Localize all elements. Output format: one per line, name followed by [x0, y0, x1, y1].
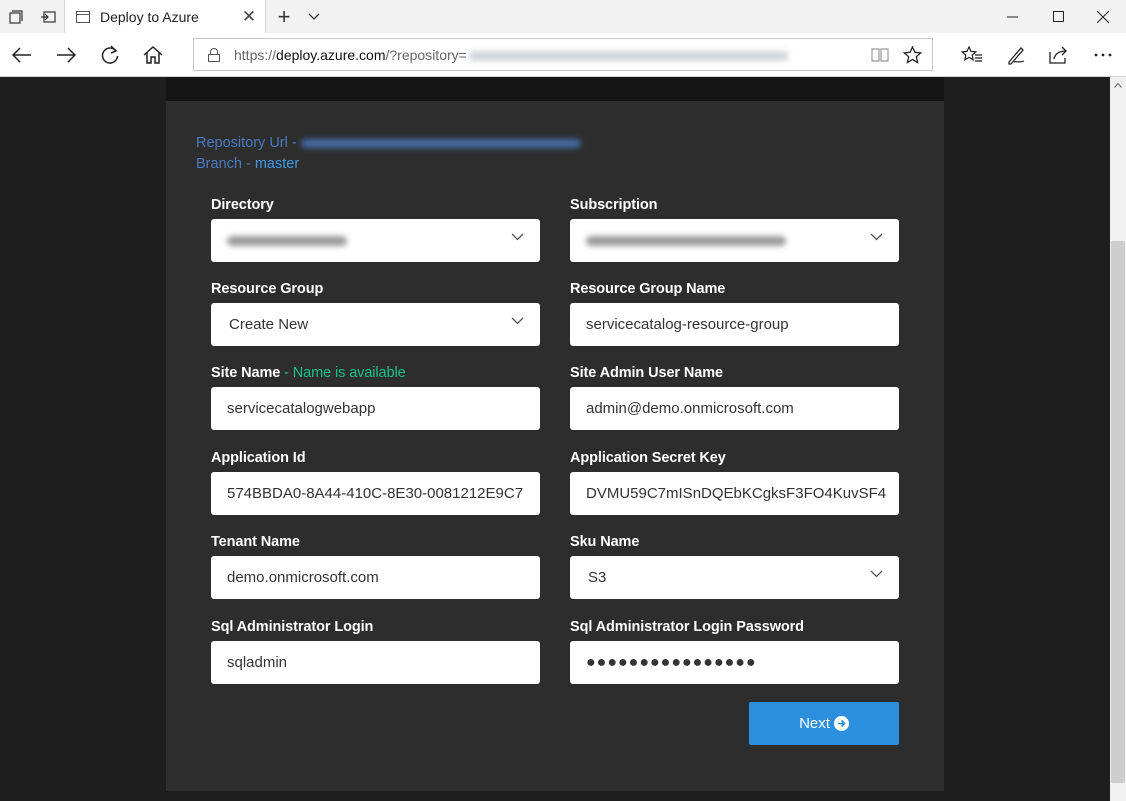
chevron-down-icon — [870, 570, 883, 578]
resource-group-field: Resource Group Create New — [211, 281, 540, 346]
sku-name-label: Sku Name — [570, 534, 640, 550]
chevron-down-icon — [511, 233, 524, 241]
refresh-icon[interactable] — [90, 33, 130, 77]
resource-group-label: Resource Group — [211, 281, 324, 297]
site-name-label: Site Name - Name is available — [211, 365, 406, 381]
sql-admin-password-field: Sql Administrator Login Password ●●●●●●●… — [570, 619, 899, 684]
sql-admin-login-field: Sql Administrator Login sqladmin — [211, 619, 540, 684]
pen-icon[interactable] — [996, 33, 1036, 77]
lock-icon — [208, 47, 220, 62]
sql-admin-password-input[interactable]: ●●●●●●●●●●●●●●●● — [570, 641, 899, 684]
sql-admin-password-label: Sql Administrator Login Password — [570, 619, 804, 635]
directory-select[interactable] — [211, 219, 540, 262]
resource-group-name-input[interactable]: servicecatalog-resource-group — [570, 303, 899, 346]
back-icon[interactable] — [2, 33, 42, 77]
set-tabs-aside-icon[interactable] — [34, 0, 62, 33]
minimize-icon[interactable] — [989, 0, 1035, 33]
chevron-down-icon — [511, 317, 524, 325]
page-icon — [76, 10, 90, 23]
site-admin-user-name-label: Site Admin User Name — [570, 365, 723, 381]
maximize-icon[interactable] — [1035, 0, 1081, 33]
scrollbar-thumb[interactable] — [1111, 241, 1125, 783]
page-content: Repository Url - Branch - master Directo… — [0, 77, 1110, 801]
sql-admin-login-input[interactable]: sqladmin — [211, 641, 540, 684]
sql-admin-login-label: Sql Administrator Login — [211, 619, 374, 635]
application-secret-key-input[interactable]: DVMU59C7mISnDQEbKCgksF3FO4KuvSF4 — [570, 472, 899, 515]
application-id-input[interactable]: 574BBDA0-8A44-410C-8E30-0081212E9C7 — [211, 472, 540, 515]
navigation-bar: https://deploy.azure.com/?repository= — [0, 33, 1126, 77]
window-close-icon[interactable] — [1080, 0, 1126, 33]
resource-group-name-label: Resource Group Name — [570, 281, 726, 297]
next-button[interactable]: Next — [749, 702, 899, 745]
url-text: https://deploy.azure.com/?repository= — [234, 47, 789, 63]
application-secret-key-label: Application Secret Key — [570, 450, 726, 466]
address-bar[interactable]: https://deploy.azure.com/?repository= — [193, 38, 933, 71]
repository-url-link[interactable] — [300, 138, 581, 148]
favorites-list-icon[interactable] — [952, 33, 992, 77]
branch-value[interactable]: master — [255, 156, 299, 172]
site-admin-user-name-input[interactable]: admin@demo.onmicrosoft.com — [570, 387, 899, 430]
tab-title: Deploy to Azure — [100, 8, 199, 25]
tab-list-icon[interactable] — [302, 0, 326, 33]
site-name-field: Site Name - Name is available servicecat… — [211, 365, 540, 430]
application-id-field: Application Id 574BBDA0-8A44-410C-8E30-0… — [211, 450, 540, 515]
directory-label: Directory — [211, 197, 274, 213]
repository-url: Repository Url - — [196, 135, 581, 151]
site-admin-user-name-field: Site Admin User Name admin@demo.onmicros… — [570, 365, 899, 430]
arrow-circle-right-icon — [833, 716, 849, 731]
tab-actions-icon[interactable] — [0, 0, 32, 33]
subscription-label: Subscription — [570, 197, 658, 213]
application-id-label: Application Id — [211, 450, 306, 466]
sku-name-field: Sku Name S3 — [570, 534, 899, 599]
resource-group-select[interactable]: Create New — [211, 303, 540, 346]
branch-info: Branch - master — [196, 156, 300, 172]
resource-group-name-field: Resource Group Name servicecatalog-resou… — [570, 281, 899, 346]
name-available-status: - Name is available — [280, 365, 406, 381]
deploy-form-card: Repository Url - Branch - master Directo… — [166, 101, 944, 791]
reading-view-icon[interactable] — [864, 39, 896, 70]
next-button-label: Next — [799, 715, 830, 732]
favorite-star-icon[interactable] — [896, 39, 928, 70]
page-scrollbar[interactable] — [1110, 77, 1126, 801]
home-icon[interactable] — [133, 33, 173, 77]
more-icon[interactable] — [1083, 33, 1123, 77]
browser-tab[interactable]: Deploy to Azure ✕ — [64, 0, 266, 33]
card-header-bar — [166, 77, 944, 101]
tenant-name-field: Tenant Name demo.onmicrosoft.com — [211, 534, 540, 599]
subscription-select[interactable] — [570, 219, 899, 262]
scroll-up-icon[interactable] — [1110, 77, 1126, 94]
resource-group-value: Create New — [229, 316, 309, 333]
subscription-field: Subscription — [570, 197, 899, 262]
tab-bar: Deploy to Azure ✕ + — [0, 0, 1126, 33]
share-icon[interactable] — [1039, 33, 1079, 77]
sku-name-value: S3 — [588, 569, 607, 586]
close-icon[interactable]: ✕ — [233, 7, 265, 27]
tenant-name-label: Tenant Name — [211, 534, 300, 550]
directory-field: Directory — [211, 197, 540, 262]
site-name-input[interactable]: servicecatalogwebapp — [211, 387, 540, 430]
application-secret-key-field: Application Secret Key DVMU59C7mISnDQEbK… — [570, 450, 899, 515]
forward-icon[interactable] — [46, 33, 86, 77]
chevron-down-icon — [870, 233, 883, 241]
tenant-name-input[interactable]: demo.onmicrosoft.com — [211, 556, 540, 599]
new-tab-icon[interactable]: + — [272, 0, 296, 33]
sku-name-select[interactable]: S3 — [570, 556, 899, 599]
